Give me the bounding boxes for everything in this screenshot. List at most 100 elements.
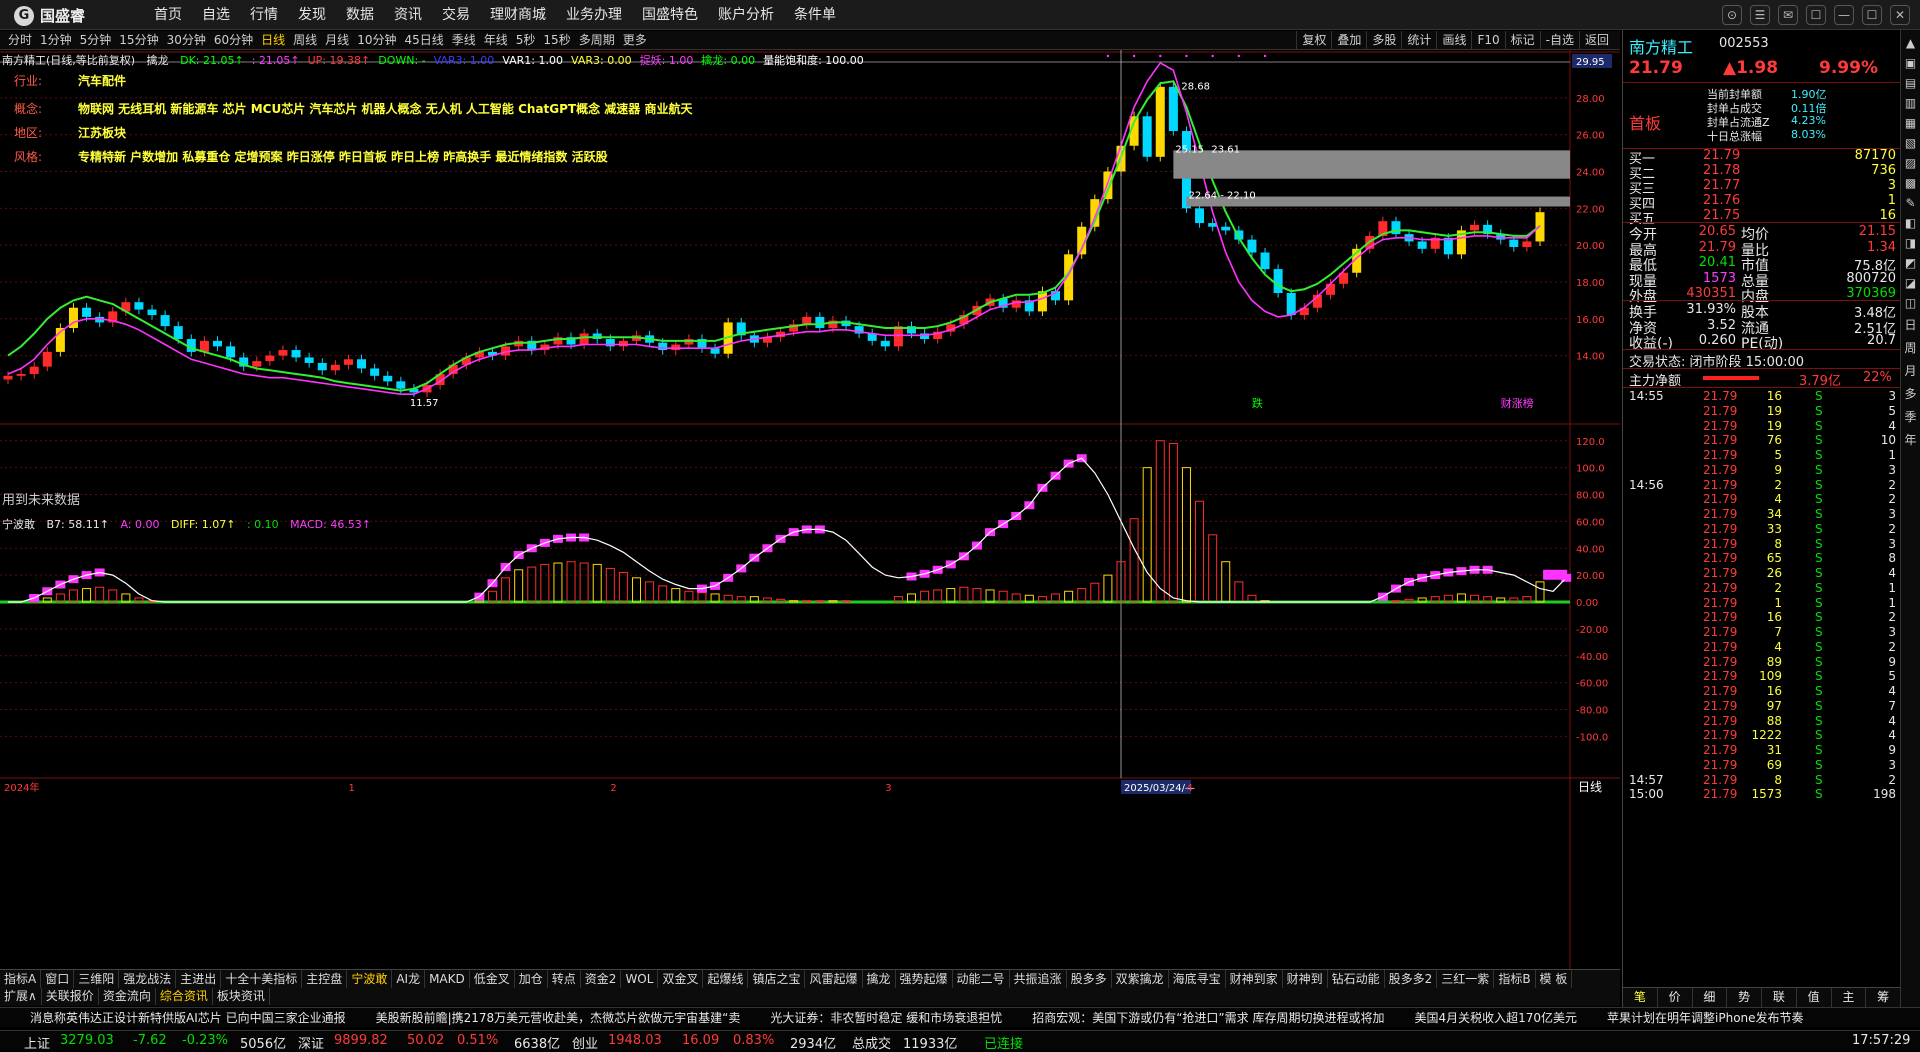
period-tab-16[interactable]: 更多 [619,31,651,50]
menu-item-7[interactable]: 理财商城 [480,0,556,30]
book-price-3[interactable]: 21.76 [1703,193,1740,208]
indicator-tab-19[interactable]: 擒龙 [863,970,896,989]
period-tab-11[interactable]: 季线 [448,31,480,50]
indicator-tab-22[interactable]: 共振追涨 [1010,970,1067,989]
side-tool-icon-1[interactable]: ▣ [1901,56,1920,70]
quote-tab-2[interactable]: 细 [1693,988,1728,1007]
sz-label[interactable]: 深证 [298,1033,324,1052]
chart-tool-4[interactable]: 画线 [1436,31,1471,50]
indicator-tab-14[interactable]: WOL [621,970,659,989]
chart-tool-8[interactable]: 返回 [1578,31,1614,50]
quote-tab-0[interactable]: 笔 [1623,988,1658,1007]
indicator-tab-23[interactable]: 股多多 [1067,970,1112,989]
book-price-2[interactable]: 21.77 [1703,178,1740,193]
cy-label[interactable]: 创业 [572,1033,598,1052]
menu-item-6[interactable]: 交易 [432,0,480,30]
side-tool-icon-15[interactable]: 周 [1901,339,1920,356]
period-tab-14[interactable]: 15秒 [539,31,574,50]
indicator-tab-6[interactable]: 主控盘 [302,970,348,989]
indicator-tab-5[interactable]: 十全十美指标 [221,970,303,989]
window-button-icon-1[interactable]: ☰ [1750,5,1770,25]
period-tab-3[interactable]: 15分钟 [115,31,162,50]
indicator-tab-16[interactable]: 起爆线 [703,970,749,989]
indicator-tab-11[interactable]: 加仓 [515,970,548,989]
indicator-tab-4[interactable]: 主进出 [176,970,222,989]
quote-tab-5[interactable]: 值 [1797,988,1832,1007]
indicator-tab-26[interactable]: 财神到家 [1226,970,1283,989]
chart-tool-3[interactable]: 统计 [1401,31,1436,50]
period-tab-12[interactable]: 年线 [480,31,512,50]
chart-tool-0[interactable]: 复权 [1296,31,1331,50]
indicator-tab-3[interactable]: 强龙战法 [119,970,177,989]
news-ticker[interactable]: 消息称英伟达正设计新特供版AI芯片 已向中国三家企业通报 美股新股前瞻|携2178… [0,1007,1920,1027]
sh-label[interactable]: 上证 [24,1033,50,1052]
indicator-tab-30[interactable]: 三红一紫 [1437,970,1495,989]
period-tab-1[interactable]: 1分钟 [36,31,76,50]
indicator-tab-1[interactable]: 窗口 [41,970,75,989]
menu-item-10[interactable]: 账户分析 [708,0,784,30]
quote-tab-7[interactable]: 筹 [1866,988,1901,1007]
info-tab-2[interactable]: 资金流向 [99,988,156,1005]
menu-item-3[interactable]: 发现 [288,0,336,30]
indicator-tab-21[interactable]: 动能二号 [953,970,1010,989]
indicator-tab-17[interactable]: 镇店之宝 [748,970,806,989]
side-tool-icon-5[interactable]: ▧ [1901,136,1920,150]
menu-item-5[interactable]: 资讯 [384,0,432,30]
side-tool-icon-18[interactable]: 季 [1901,408,1920,425]
side-tool-icon-17[interactable]: 多 [1901,385,1920,402]
info-tab-0[interactable]: 扩展∧ [0,988,42,1005]
indicator-tab-2[interactable]: 三维阳 [74,970,120,989]
period-tab-9[interactable]: 10分钟 [353,31,400,50]
period-tab-4[interactable]: 30分钟 [163,31,210,50]
indicator-tab-9[interactable]: MAKD [425,970,470,989]
indicator-tab-24[interactable]: 双紫擒龙 [1112,970,1169,989]
side-tool-icon-4[interactable]: ▦ [1901,116,1920,130]
menu-item-0[interactable]: 首页 [144,0,192,30]
window-button-icon-4[interactable]: — [1834,5,1854,25]
indicator-tab-7[interactable]: 宁波敢 [347,970,393,989]
side-tool-icon-19[interactable]: 年 [1901,431,1920,448]
news-item-2[interactable]: 光大证券：非农暂时稳定 缓和市场衰退担忧 [770,1008,1002,1027]
chart-tool-7[interactable]: -自选 [1539,31,1579,50]
kline-chart[interactable]: 14.0016.0018.0020.0022.0024.0026.0028.00… [0,50,1620,969]
side-tool-icon-11[interactable]: ◩ [1901,256,1920,270]
book-price-4[interactable]: 21.75 [1703,208,1740,223]
window-button-icon-5[interactable]: ☐ [1862,5,1882,25]
news-item-0[interactable]: 消息称英伟达正设计新特供版AI芯片 已向中国三家企业通报 [30,1008,346,1027]
window-button-icon-3[interactable]: ☐ [1806,5,1826,25]
indicator-tab-20[interactable]: 强势起爆 [896,970,953,989]
side-tool-icon-6[interactable]: ▨ [1901,156,1920,170]
indicator-tab-8[interactable]: AI龙 [392,970,426,989]
indicator-tab-31[interactable]: 指标B [1494,970,1536,989]
period-tab-2[interactable]: 5分钟 [76,31,116,50]
info-tab-3[interactable]: 综合资讯 [156,988,213,1005]
side-tool-icon-14[interactable]: 日 [1901,316,1920,333]
indicator-tab-10[interactable]: 低金叉 [470,970,515,989]
side-tool-icon-3[interactable]: ▥ [1901,96,1920,110]
side-tool-icon-16[interactable]: 月 [1901,362,1920,379]
side-tool-icon-0[interactable]: ▲ [1901,36,1920,50]
period-tab-10[interactable]: 45日线 [400,31,447,50]
period-tab-7[interactable]: 周线 [289,31,321,50]
menu-item-2[interactable]: 行情 [240,0,288,30]
menu-item-1[interactable]: 自选 [192,0,240,30]
period-tab-15[interactable]: 多周期 [575,31,619,50]
quote-tab-4[interactable]: 联 [1762,988,1797,1007]
chart-tool-6[interactable]: 标记 [1504,31,1540,50]
sub-indicator-name[interactable]: 宁波敢 [2,518,35,531]
menu-item-8[interactable]: 业务办理 [556,0,632,30]
indicator-tab-27[interactable]: 财神到 [1283,970,1328,989]
period-tab-5[interactable]: 60分钟 [210,31,257,50]
indicator-tab-32[interactable]: 模 板 [1536,970,1573,989]
indicator-tab-29[interactable]: 股多多2 [1385,970,1438,989]
period-tab-6[interactable]: 日线 [257,31,289,50]
chart-tool-2[interactable]: 多股 [1366,31,1401,50]
info-tab-4[interactable]: 板块资讯 [213,988,270,1005]
news-item-4[interactable]: 美国4月关税收入超170亿美元 [1414,1008,1577,1027]
chart-tool-5[interactable]: F10 [1471,31,1504,50]
menu-item-4[interactable]: 数据 [336,0,384,30]
period-tab-13[interactable]: 5秒 [512,31,540,50]
period-tab-0[interactable]: 分时 [4,31,36,50]
news-item-1[interactable]: 美股新股前瞻|携2178万美元营收赴美，杰微芯片欲做元宇宙基建“卖 [376,1008,741,1027]
side-tool-icon-7[interactable]: ▩ [1901,176,1920,190]
